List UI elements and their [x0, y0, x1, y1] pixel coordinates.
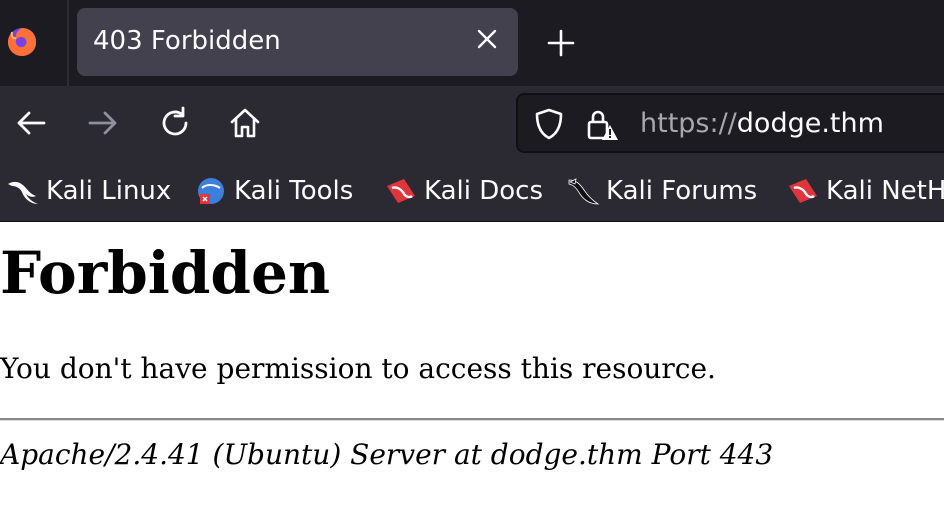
- firefox-logo-icon[interactable]: [6, 26, 38, 58]
- bookmark-label: Kali NetH: [826, 176, 944, 206]
- page-heading: Forbidden: [0, 239, 331, 307]
- tab-strip: 403 Forbidden: [0, 0, 944, 86]
- bookmark-label: Kali Linux: [46, 176, 172, 206]
- bookmark-kali-linux[interactable]: Kali Linux: [6, 172, 171, 210]
- forward-arrow-icon[interactable]: [84, 104, 122, 142]
- page-content: Forbidden You don't have permission to a…: [0, 222, 944, 520]
- kali-forums-icon: [568, 178, 600, 205]
- tab-divider: [67, 0, 69, 86]
- bookmark-kali-forums[interactable]: Kali Forums: [566, 172, 757, 210]
- tracking-protection-shield-icon[interactable]: [532, 107, 566, 141]
- tab-title: 403 Forbidden: [93, 26, 281, 56]
- bookmark-label: Kali Docs: [424, 176, 544, 206]
- bookmark-kali-nethunter[interactable]: Kali NetH: [786, 172, 944, 210]
- bookmark-kali-docs[interactable]: Kali Docs: [384, 172, 543, 210]
- error-message: You don't have permission to access this…: [0, 352, 716, 385]
- close-tab-icon[interactable]: [474, 26, 500, 52]
- bookmark-label: Kali Tools: [234, 176, 354, 206]
- url-scheme: https://: [640, 108, 737, 139]
- kali-tools-icon: [198, 178, 224, 204]
- home-icon[interactable]: [226, 104, 264, 142]
- url-host: dodge.thm: [736, 108, 884, 139]
- bookmarks-toolbar: Kali Linux Kali Tools Kali Docs Kali For…: [0, 160, 944, 222]
- address-bar[interactable]: https://dodge.thm: [516, 93, 944, 153]
- server-signature: Apache/2.4.41 (Ubuntu) Server at dodge.t…: [0, 438, 774, 471]
- reload-icon[interactable]: [156, 104, 194, 142]
- active-tab[interactable]: 403 Forbidden: [77, 8, 518, 76]
- bookmark-kali-tools[interactable]: Kali Tools: [194, 172, 353, 210]
- navigation-toolbar: https://dodge.thm: [0, 86, 944, 160]
- kali-nethunter-icon: [789, 179, 817, 203]
- url-text[interactable]: https://dodge.thm: [640, 108, 884, 139]
- back-arrow-icon[interactable]: [12, 104, 50, 142]
- kali-docs-icon: [387, 179, 415, 203]
- bookmark-label: Kali Forums: [606, 176, 758, 206]
- kali-dragon-icon: [8, 181, 38, 204]
- insecure-lock-warning-icon[interactable]: [584, 107, 620, 143]
- divider: [0, 418, 944, 421]
- new-tab-plus-icon[interactable]: [545, 26, 577, 60]
